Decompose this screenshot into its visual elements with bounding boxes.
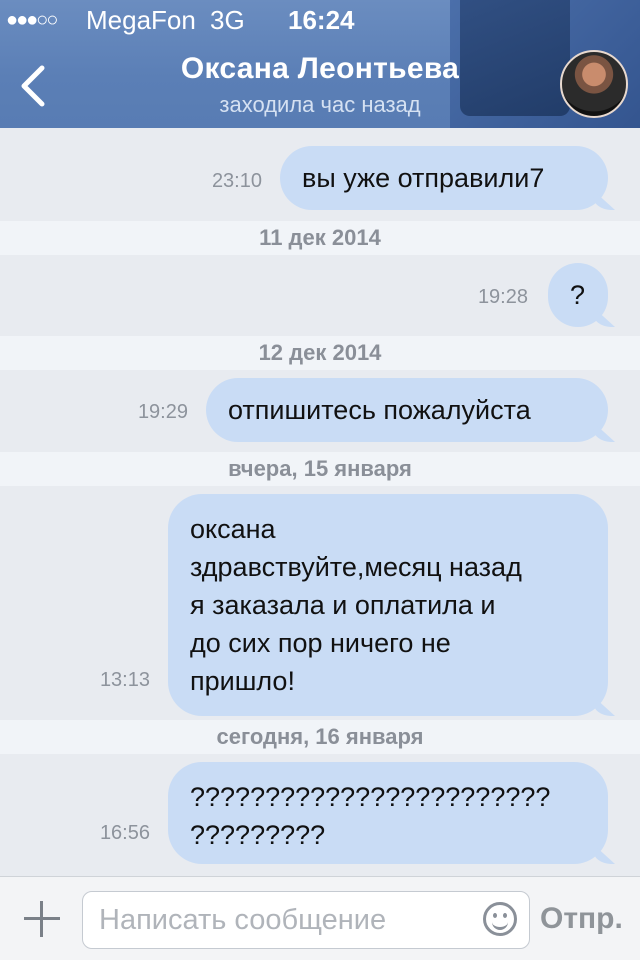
date-separator: 11 дек 2014	[0, 221, 640, 255]
date-separator: сегодня, 16 января	[0, 720, 640, 754]
compose-bar: Отпр.	[0, 876, 640, 960]
send-button[interactable]: Отпр.	[540, 899, 636, 939]
chevron-left-icon	[21, 65, 45, 107]
message-time: 19:29	[137, 401, 188, 423]
message-list[interactable]: вы уже отправили7 23:10 11 дек 2014 ? 19…	[0, 128, 640, 876]
message-bubble[interactable]: ???????????????????????? ?????????	[168, 762, 608, 864]
contact-name[interactable]: Оксана Леонтьева	[120, 52, 520, 86]
contact-last-seen: заходила час назад	[219, 92, 421, 117]
back-button[interactable]	[8, 56, 58, 116]
navigation-header: ●●●○○ MegaFon 3G 16:24 Оксана Леонтьева …	[0, 0, 640, 128]
date-separator: 12 дек 2014	[0, 336, 640, 370]
message-bubble[interactable]: отпишитесь пожалуйста	[206, 378, 608, 442]
signal-strength-icon: ●●●○○	[6, 9, 58, 31]
message-bubble[interactable]: вы уже отправили7	[280, 146, 608, 210]
message-bubble[interactable]: оксана здравствуйте,месяц назад я заказа…	[168, 494, 608, 716]
plus-icon[interactable]	[20, 897, 64, 941]
message-time: 23:10	[211, 170, 262, 192]
status-time: 16:24	[288, 5, 355, 35]
message-time: 13:13	[99, 669, 150, 691]
message-bubble[interactable]: ?	[548, 263, 608, 327]
carrier-name: MegaFon	[86, 5, 196, 35]
message-input[interactable]	[82, 891, 530, 949]
message-time: 19:28	[477, 286, 528, 308]
contact-avatar[interactable]	[560, 50, 628, 118]
network-type: 3G	[210, 5, 245, 35]
message-time: 16:56	[99, 822, 150, 844]
date-separator: вчера, 15 января	[0, 452, 640, 486]
smiley-icon[interactable]	[483, 902, 517, 936]
